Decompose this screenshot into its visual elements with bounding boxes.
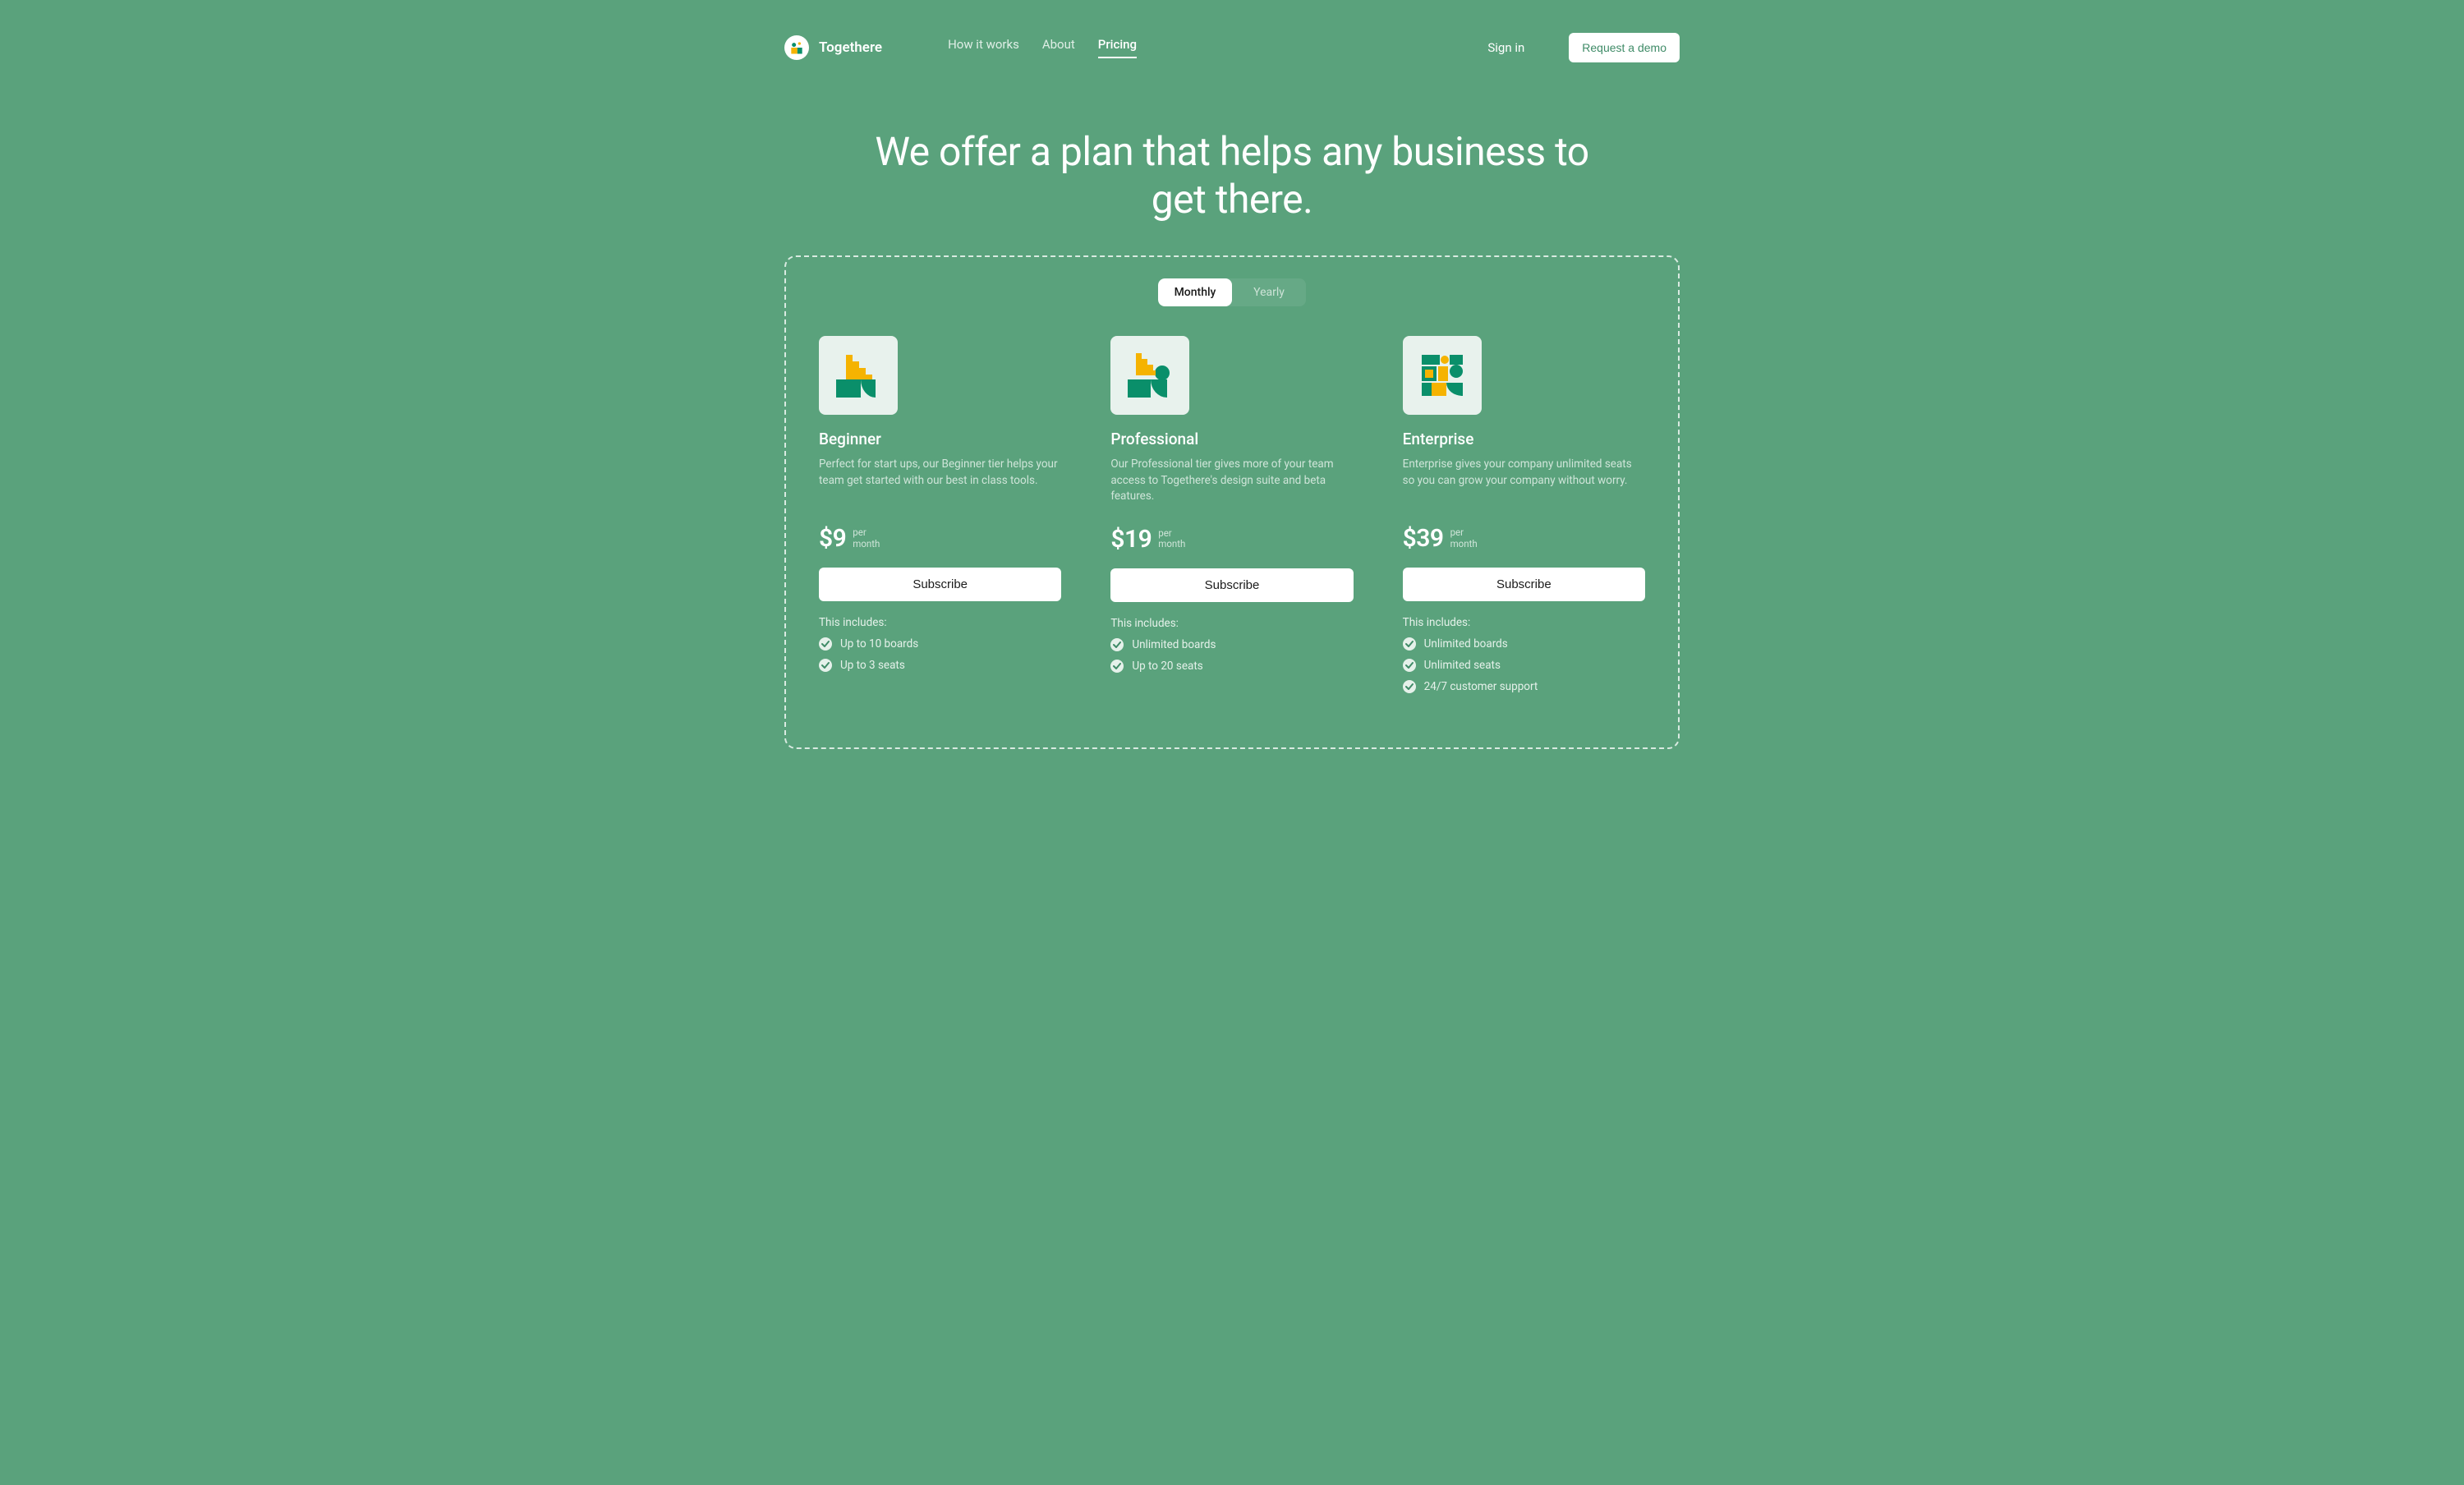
- brand[interactable]: Togethere: [784, 35, 882, 60]
- plans-grid: Beginner Perfect for start ups, our Begi…: [819, 336, 1645, 701]
- price-unit: per month: [1450, 527, 1478, 549]
- signin-link[interactable]: Sign in: [1487, 40, 1524, 55]
- plan-price: $9 per month: [819, 524, 1061, 553]
- check-icon: [1110, 638, 1124, 651]
- plan-enterprise: Enterprise Enterprise gives your company…: [1403, 336, 1645, 701]
- check-icon: [1403, 659, 1416, 672]
- feature-list: Unlimited boards Up to 20 seats: [1110, 638, 1353, 673]
- billing-toggle: Monthly Yearly: [1158, 278, 1306, 306]
- plan-description: Our Professional tier gives more of your…: [1110, 457, 1353, 505]
- check-icon: [1403, 637, 1416, 651]
- check-icon: [819, 659, 832, 672]
- price-interval: month: [1158, 538, 1185, 549]
- plan-description: Perfect for start ups, our Beginner tier…: [819, 457, 1061, 504]
- toggle-monthly[interactable]: Monthly: [1158, 278, 1232, 306]
- feature-text: Unlimited seats: [1424, 659, 1501, 672]
- plan-enterprise-art-icon: [1403, 336, 1482, 415]
- main-nav: How it works About Pricing: [948, 37, 1137, 58]
- includes-heading: This includes:: [1110, 617, 1353, 630]
- feature-list: Up to 10 boards Up to 3 seats: [819, 637, 1061, 672]
- subscribe-button[interactable]: Subscribe: [1403, 568, 1645, 601]
- plan-beginner-art-icon: [819, 336, 898, 415]
- price-amount: $9: [819, 524, 846, 553]
- plan-professional-art-icon: [1110, 336, 1189, 415]
- feature-text: Unlimited boards: [1424, 637, 1508, 651]
- toggle-yearly[interactable]: Yearly: [1232, 278, 1306, 306]
- feature-text: 24/7 customer support: [1424, 680, 1538, 693]
- check-icon: [819, 637, 832, 651]
- plan-price: $19 per month: [1110, 525, 1353, 554]
- plan-name: Beginner: [819, 430, 1061, 448]
- feature-item: 24/7 customer support: [1403, 680, 1645, 693]
- feature-text: Up to 10 boards: [840, 637, 918, 651]
- plan-price: $39 per month: [1403, 524, 1645, 553]
- price-interval: month: [853, 538, 880, 549]
- price-per: per: [853, 526, 866, 538]
- price-per: per: [1158, 527, 1171, 539]
- feature-list: Unlimited boards Unlimited seats 24/7 cu…: [1403, 637, 1645, 693]
- plan-name: Professional: [1110, 430, 1353, 448]
- nav-item-how-it-works[interactable]: How it works: [948, 37, 1019, 58]
- price-unit: per month: [853, 527, 880, 549]
- feature-item: Unlimited boards: [1403, 637, 1645, 651]
- plan-description: Enterprise gives your company unlimited …: [1403, 457, 1645, 504]
- nav-item-pricing[interactable]: Pricing: [1098, 37, 1137, 58]
- subscribe-button[interactable]: Subscribe: [1110, 568, 1353, 602]
- feature-text: Unlimited boards: [1132, 638, 1216, 651]
- feature-item: Unlimited seats: [1403, 659, 1645, 672]
- includes-heading: This includes:: [1403, 616, 1645, 629]
- check-icon: [1110, 660, 1124, 673]
- feature-item: Up to 10 boards: [819, 637, 1061, 651]
- price-per: per: [1450, 526, 1464, 538]
- feature-text: Up to 3 seats: [840, 659, 905, 672]
- price-interval: month: [1450, 538, 1478, 549]
- subscribe-button[interactable]: Subscribe: [819, 568, 1061, 601]
- feature-item: Unlimited boards: [1110, 638, 1353, 651]
- price-unit: per month: [1158, 528, 1185, 549]
- request-demo-button[interactable]: Request a demo: [1569, 33, 1680, 62]
- page-title: We offer a plan that helps any business …: [862, 128, 1602, 223]
- price-amount: $19: [1110, 525, 1152, 554]
- check-icon: [1403, 680, 1416, 693]
- plan-beginner: Beginner Perfect for start ups, our Begi…: [819, 336, 1061, 701]
- site-header: Togethere How it works About Pricing Sig…: [784, 25, 1680, 87]
- plan-professional: Professional Our Professional tier gives…: [1110, 336, 1353, 701]
- feature-item: Up to 20 seats: [1110, 660, 1353, 673]
- brand-logo-icon: [784, 35, 809, 60]
- price-amount: $39: [1403, 524, 1444, 553]
- feature-text: Up to 20 seats: [1132, 660, 1202, 673]
- nav-item-about[interactable]: About: [1042, 37, 1075, 58]
- brand-name: Togethere: [819, 39, 882, 56]
- pricing-panel: Monthly Yearly Beginner: [784, 255, 1680, 749]
- feature-item: Up to 3 seats: [819, 659, 1061, 672]
- includes-heading: This includes:: [819, 616, 1061, 629]
- plan-name: Enterprise: [1403, 430, 1645, 448]
